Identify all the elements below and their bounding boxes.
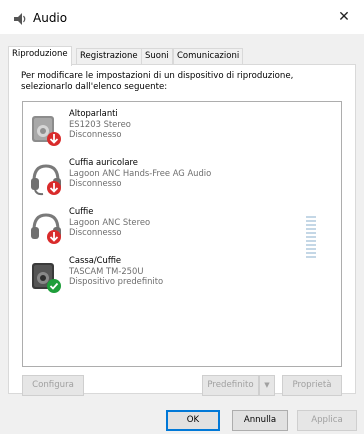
device-name: Cassa/Cuffie — [69, 255, 122, 265]
device-model: Lagoon ANC Stereo — [69, 216, 151, 227]
apply-button[interactable]: Applica — [297, 410, 357, 431]
device-status: Dispositivo predefinito — [69, 276, 164, 286]
properties-button[interactable]: Proprietà — [282, 375, 342, 396]
tab-riproduzione[interactable]: Riproduzione — [8, 46, 72, 66]
device-name: Cuffia auricolare — [69, 157, 138, 167]
tab-suoni[interactable]: Suoni — [141, 48, 173, 65]
device-item[interactable]: Cassa/Cuffie TASCAM TM-250U Dispositivo … — [29, 255, 329, 299]
cancel-button[interactable]: Annulla — [232, 410, 288, 431]
device-status: Disconnesso — [69, 129, 122, 139]
title-bar: Audio ✕ — [0, 0, 364, 34]
device-list[interactable]: Altoparlanti ES1203 Stereo Disconnesso C… — [22, 101, 342, 367]
speaker-icon — [32, 263, 61, 293]
tab-comunicazioni[interactable]: Comunicazioni — [173, 48, 244, 65]
disconnected-badge-icon — [47, 230, 61, 244]
ok-button[interactable]: OK — [166, 410, 220, 431]
device-model: Lagoon ANC Hands-Free AG Audio — [69, 167, 212, 178]
window-title: Audio — [33, 11, 68, 25]
disconnected-badge-icon — [47, 181, 61, 195]
device-item[interactable]: Cuffie Lagoon ANC Stereo Disconnesso — [29, 206, 329, 250]
set-default-dropdown[interactable]: ▼ — [259, 375, 275, 396]
instructions-line-2: selezionarlo dall'elenco seguente: — [21, 82, 168, 92]
instructions-text: Per modificare le impostazioni di un dis… — [21, 71, 341, 93]
tab-panel: Per modificare le impostazioni di un dis… — [8, 64, 356, 396]
device-name: Altoparlanti — [69, 108, 118, 118]
device-model: ES1203 Stereo — [69, 118, 131, 129]
device-text: Cuffie Lagoon ANC Stereo Disconnesso — [69, 206, 150, 238]
device-status: Disconnesso — [69, 178, 122, 188]
disconnected-badge-icon — [47, 132, 61, 146]
device-item[interactable]: Altoparlanti ES1203 Stereo Disconnesso — [29, 108, 329, 152]
device-name: Cuffie — [69, 206, 94, 216]
device-text: Altoparlanti ES1203 Stereo Disconnesso — [69, 108, 131, 140]
configure-button[interactable]: Configura — [22, 375, 84, 396]
device-text: Cuffia auricolare Lagoon ANC Hands-Free … — [69, 157, 211, 189]
speaker-icon — [32, 116, 61, 146]
default-check-icon — [47, 279, 61, 293]
headphones-icon — [31, 213, 61, 244]
volume-level-meter — [306, 216, 316, 260]
device-text: Cassa/Cuffie TASCAM TM-250U Dispositivo … — [69, 255, 163, 287]
tab-registrazione[interactable]: Registrazione — [76, 48, 142, 65]
device-status: Disconnesso — [69, 227, 122, 237]
device-item[interactable]: Cuffia auricolare Lagoon ANC Hands-Free … — [29, 157, 329, 201]
close-button[interactable]: ✕ — [330, 6, 358, 28]
device-model: TASCAM TM-250U — [69, 265, 144, 276]
speaker-icon — [14, 13, 26, 25]
headset-icon — [31, 164, 61, 196]
set-default-button[interactable]: Predefinito — [202, 375, 259, 396]
instructions-line-1: Per modificare le impostazioni di un dis… — [21, 71, 294, 81]
